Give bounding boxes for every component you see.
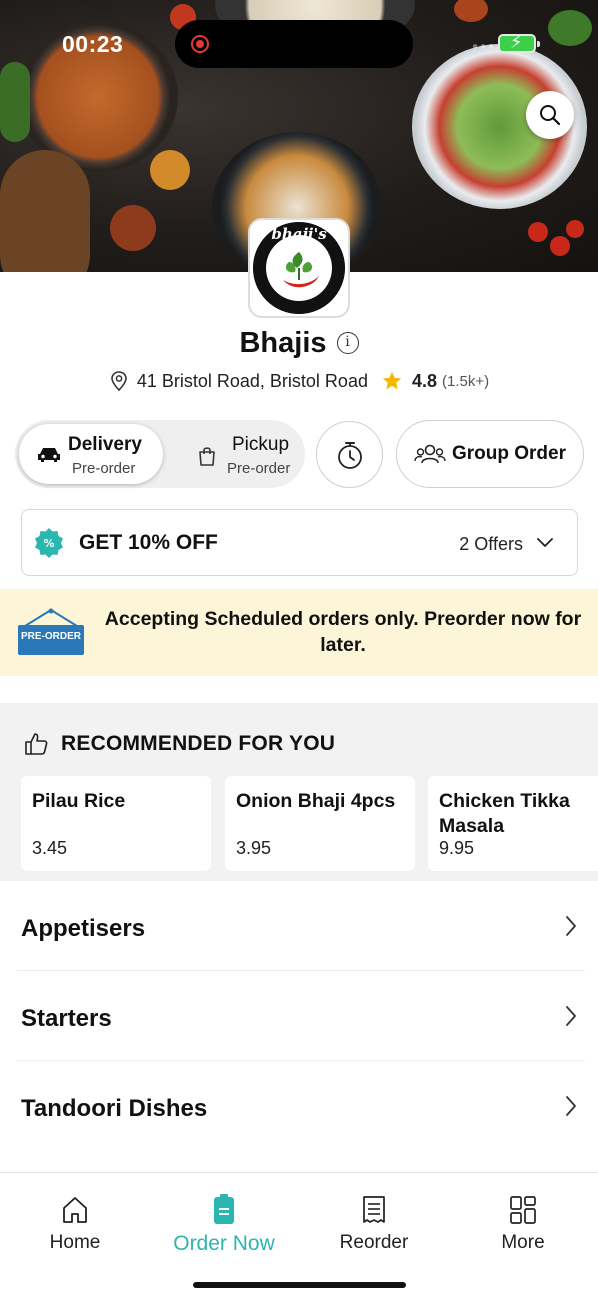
tab-label: Reorder xyxy=(339,1232,409,1253)
pickup-option[interactable]: Pickup Pre-order xyxy=(165,424,301,484)
preorder-sign-text: PRE-ORDER xyxy=(20,631,81,642)
status-time: 00:23 xyxy=(62,31,124,57)
discount-badge-icon: % xyxy=(35,528,63,558)
home-indicator xyxy=(193,1282,406,1288)
recommended-item[interactable]: Chicken Tikka Masala 9.95 xyxy=(428,776,598,871)
battery-icon: ⚡ xyxy=(498,32,540,53)
offer-title: GET 10% OFF xyxy=(79,531,218,554)
category-row-appetisers[interactable]: Appetisers xyxy=(17,881,585,971)
recommended-item[interactable]: Onion Bhaji 4pcs 3.95 xyxy=(225,776,415,871)
stopwatch-icon xyxy=(337,441,362,469)
group-order-label: Group Order xyxy=(451,443,566,464)
shopping-bag-icon xyxy=(199,447,215,466)
group-users-icon xyxy=(414,444,446,464)
tab-label: Home xyxy=(49,1232,101,1253)
star-icon xyxy=(382,372,402,390)
recommended-item-name: Pilau Rice xyxy=(32,790,126,812)
rating-value: 4.8 xyxy=(412,370,438,391)
recommended-item-price: 3.45 xyxy=(32,838,68,858)
category-name: Tandoori Dishes xyxy=(21,1095,208,1122)
delivery-option[interactable]: Delivery Pre-order xyxy=(19,424,163,484)
tab-order-now[interactable]: Order Now xyxy=(149,1193,299,1256)
chevron-right-icon xyxy=(566,1096,576,1116)
location-pin-icon xyxy=(111,371,127,392)
delivery-label: Delivery xyxy=(68,434,142,455)
logo-script-text: bhaji's xyxy=(271,225,327,243)
recommended-item-name: Onion Bhaji 4pcs xyxy=(236,790,396,812)
address-row: 41 Bristol Road, Bristol Road 4.8 (1.5k+… xyxy=(0,370,598,392)
recommended-item-price: 3.95 xyxy=(236,838,272,858)
tab-reorder[interactable]: Reorder xyxy=(299,1193,449,1254)
recommended-header: RECOMMENDED FOR YOU xyxy=(23,731,335,757)
order-icon xyxy=(214,1194,234,1224)
recording-indicator-icon xyxy=(191,35,209,53)
group-order-button[interactable]: Group Order xyxy=(396,420,584,488)
search-icon xyxy=(540,105,561,126)
car-icon xyxy=(38,448,60,462)
tab-more[interactable]: More xyxy=(448,1193,598,1254)
schedule-time-button[interactable] xyxy=(316,421,383,488)
dynamic-island xyxy=(175,20,413,68)
home-icon xyxy=(63,1197,87,1223)
offers-dropdown[interactable]: % GET 10% OFF 2 Offers xyxy=(21,509,578,576)
chevron-right-icon xyxy=(566,1006,576,1026)
category-row-tandoori-dishes[interactable]: Tandoori Dishes xyxy=(17,1061,585,1151)
signal-dots-icon: ●●● xyxy=(472,41,497,52)
tab-label: Order Now xyxy=(173,1232,275,1255)
restaurant-address: 41 Bristol Road, Bristol Road xyxy=(136,370,368,391)
delivery-sub: Pre-order xyxy=(72,460,136,477)
tab-home[interactable]: Home xyxy=(0,1193,150,1254)
rating-count: (1.5k+) xyxy=(442,372,490,390)
recommended-item-name: Chicken Tikka Masala xyxy=(439,790,570,837)
category-name: Starters xyxy=(21,1005,112,1032)
pickup-sub: Pre-order xyxy=(227,460,291,477)
preorder-message: Accepting Scheduled orders only. Preorde… xyxy=(104,608,582,656)
grid-icon xyxy=(510,1196,536,1224)
search-button[interactable] xyxy=(526,91,574,139)
chevron-right-icon xyxy=(566,916,576,936)
svg-text:%: % xyxy=(43,537,54,550)
order-mode-toggle: Delivery Pre-order Pickup Pre-order xyxy=(15,420,305,488)
chevron-down-icon xyxy=(537,538,553,547)
restaurant-name: Bhajis xyxy=(239,326,327,359)
info-icon[interactable]: i xyxy=(336,332,359,355)
thumbs-up-icon xyxy=(25,733,48,755)
pickup-label: Pickup xyxy=(232,434,290,455)
category-name: Appetisers xyxy=(21,915,146,942)
tab-label: More xyxy=(501,1232,545,1253)
recommended-item[interactable]: Pilau Rice 3.45 xyxy=(21,776,211,871)
recommended-title: RECOMMENDED FOR YOU xyxy=(61,732,336,755)
receipt-icon xyxy=(363,1196,385,1223)
recommended-item-price: 9.95 xyxy=(439,838,475,858)
bottom-tab-bar: Home Order Now Reorder More xyxy=(0,1172,598,1300)
category-row-starters[interactable]: Starters xyxy=(17,971,585,1061)
restaurant-name-row: Bhajis i xyxy=(0,326,598,360)
offer-count: 2 Offers xyxy=(459,534,523,554)
